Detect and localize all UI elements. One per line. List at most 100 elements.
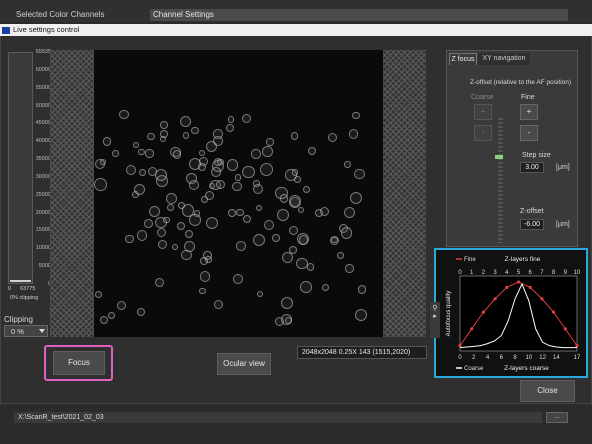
step-size-input[interactable]: 3.00 [520,162,544,173]
cell-spot [149,206,161,218]
close-button[interactable]: Close [520,380,575,402]
histogram-tick: 40000 [35,138,51,145]
live-image[interactable] [94,50,383,337]
cell-spot [180,116,192,128]
fine-point [575,344,579,348]
cell-spot [136,230,148,242]
cell-spot [211,167,222,177]
fine-point [493,297,497,301]
z-offset-slider[interactable] [498,118,503,243]
cell-spot [183,240,196,253]
z-offset-caption: Z-offset (relative to the AF position) [470,79,572,86]
step-size-unit: [µm] [556,164,570,171]
z-offset-unit: [µm] [556,221,570,228]
histogram-scale: 65535 60000 55000 50000 45000 40000 35000 30000… [33,49,51,289]
chevron-right-icon: ▸ [433,313,437,320]
cell-spot [322,283,329,291]
cell-spot [277,208,290,221]
legend-fine-label: Fine [464,257,476,263]
cell-spot [314,208,323,218]
histogram-tick: 65535 [35,49,51,55]
cell-spot [227,209,236,217]
selected-color-channels-label: Selected Color Channels [16,10,105,19]
autofocus-chart-frame: 0 1 2 3 4 5 6 7 8 9 10 0 2 4 6 8 10 12 14 17 Z-layers fine Z-… [434,248,588,378]
cell-spot [199,271,211,282]
cell-spot [199,149,206,156]
cell-spot [215,179,225,189]
fine-tick-label: 1 [470,270,474,276]
cell-spot [288,195,302,208]
cell-spot [201,196,208,203]
tab-z-focus[interactable]: Z focus [449,53,477,65]
cell-spot [259,163,273,177]
z-offset-input[interactable]: -6.00 [520,219,544,230]
z-offset-slider-thumb[interactable] [495,155,503,159]
cell-spot [348,129,359,139]
coarse-plus-button[interactable]: + [474,104,492,120]
dialog-titlebar[interactable]: Live settings control [0,24,592,36]
cell-spot [271,233,281,243]
cell-spot [159,120,168,129]
output-path-field[interactable]: X:\ScanR_test\2021_02_03 [14,412,542,423]
fine-point [481,310,485,314]
cell-spot [132,141,140,149]
fine-label: Fine [521,94,535,101]
cell-spot [191,126,199,135]
ocular-view-button[interactable]: Ocular view [217,353,271,375]
histogram-tick: 20000 [35,209,51,216]
image-margin-right [383,50,426,337]
cell-spot [251,149,261,159]
cell-spot [107,311,115,320]
coarse-tick-label: 17 [574,355,581,361]
cell-spot [154,277,164,287]
fine-plus-button[interactable]: + [520,104,538,120]
channel-settings-header[interactable]: Channel Settings [150,9,568,21]
fine-tick-label: 7 [540,270,544,276]
cell-spot [241,165,255,179]
cell-spot [217,158,224,166]
chevron-down-icon [39,329,45,333]
histogram-tick: 55000 [35,84,51,91]
app-logo-icon [2,26,10,34]
cell-spot [213,299,224,310]
cell-spot [298,207,305,214]
coarse-tick-label: 10 [525,355,532,361]
fine-point [505,285,509,289]
cell-spot [199,287,207,295]
image-margin-left [50,50,94,337]
intensity-histogram[interactable] [8,52,33,284]
fine-tick-label: 9 [564,270,568,276]
cell-spot [291,169,299,176]
cell-spot [206,216,219,230]
cell-spot [166,193,177,204]
cell-spot [298,235,309,245]
tab-xy-navigation[interactable]: XY navigation [478,53,530,65]
z-offset-label: Z-offset [520,208,544,215]
cell-spot [235,208,244,217]
cell-spot [99,316,109,325]
histogram-tick: 30000 [35,173,51,180]
coarse-tick-label: 4 [486,355,490,361]
cell-spot [189,180,200,191]
cell-spot [143,218,153,228]
cell-spot [243,214,252,223]
fine-tick-label: 4 [505,270,509,276]
histogram-range: 0 63775 [8,286,35,292]
coarse-minus-button[interactable]: - [474,125,492,141]
cell-spot [340,227,353,239]
fine-tick-label: 2 [482,270,486,276]
cell-spot [234,174,241,181]
browse-button[interactable]: ... [546,412,568,423]
cell-spot [256,204,263,211]
focus-button[interactable]: Focus [53,351,105,375]
cell-spot [289,246,297,254]
expand-chart-control[interactable]: ⚲ ▸ [430,302,440,338]
coarse-tick-label: 6 [500,355,504,361]
fine-tick-label: 6 [529,270,533,276]
histogram-tick: 60000 [35,66,51,73]
coarse-tick-label: 8 [513,355,517,361]
clipping-select[interactable]: 0 % [4,325,48,337]
fine-minus-button[interactable]: - [520,125,538,141]
cell-spot [184,229,193,238]
cell-spot [137,148,145,156]
